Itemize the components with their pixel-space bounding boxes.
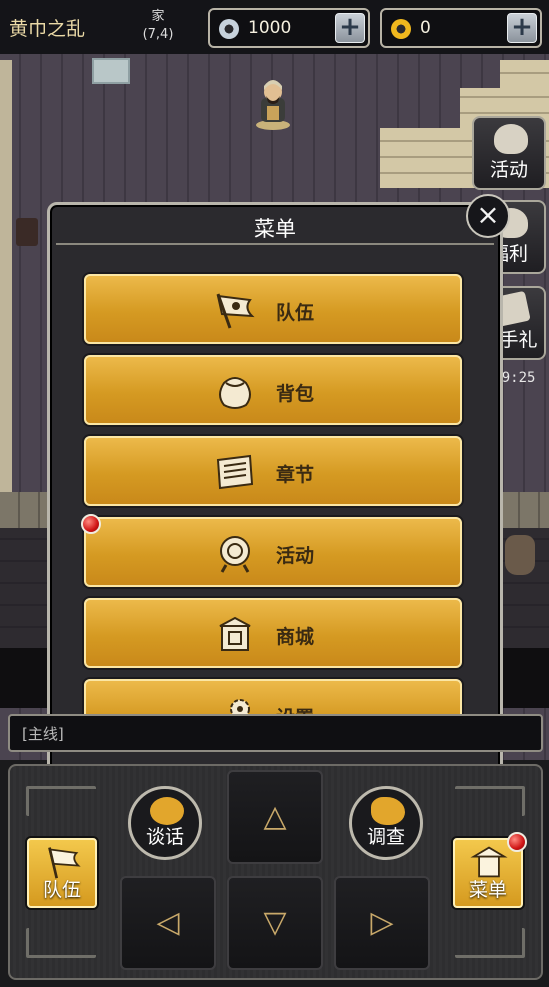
activity-side-button[interactable]: 活动 — [472, 116, 546, 190]
dpad-down-button[interactable]: ▽ — [227, 876, 323, 970]
bag-icon — [219, 377, 251, 409]
location-name: 家 — [151, 9, 165, 24]
title-divider — [56, 243, 494, 245]
team-flag-icon — [216, 293, 255, 329]
location-info: 家 (7,4) — [128, 8, 188, 44]
scroll-icon — [216, 454, 254, 490]
panel-ornament — [26, 786, 96, 816]
menu-item-chapter[interactable]: 章节 — [84, 436, 462, 506]
menu-item-label: 背包 — [276, 383, 315, 405]
quest-bar[interactable]: [主线] — [8, 714, 543, 752]
close-button[interactable]: × — [466, 194, 510, 238]
silver-coin-icon — [219, 19, 239, 39]
inspect-label: 调查 — [366, 826, 405, 848]
panel-ornament — [455, 928, 525, 958]
menu-item-shop[interactable]: 商城 — [84, 598, 462, 668]
menu-item-label: 章节 — [276, 464, 315, 486]
shop-icon — [219, 616, 251, 651]
add-silver-button[interactable]: + — [335, 13, 365, 43]
top-bar: 黄巾之乱 家 (7,4) 1000 + 0 + — [0, 0, 549, 54]
panel-ornament — [26, 928, 96, 958]
menu-item-activity[interactable]: 活动 — [84, 517, 462, 587]
gong-icon — [220, 536, 250, 573]
up-arrow-icon: △ — [263, 799, 287, 834]
chapter-title: 黄巾之乱 — [9, 18, 86, 40]
add-gold-button[interactable]: + — [507, 13, 537, 43]
dpad-left-button[interactable]: ◁ — [120, 876, 216, 970]
gold-value: 0 — [420, 18, 431, 38]
inspect-button[interactable]: 调查 — [349, 786, 423, 860]
dpad-right-button[interactable]: ▷ — [334, 876, 430, 970]
right-arrow-icon: ▷ — [370, 905, 394, 940]
menu-title: 菜单 — [254, 217, 296, 241]
talk-button[interactable]: 谈话 — [128, 786, 202, 860]
quest-label: [主线] — [22, 725, 64, 743]
location-coords: (7,4) — [142, 27, 174, 42]
gold-display: 0 + — [380, 8, 542, 48]
notification-dot — [507, 832, 527, 852]
team-shortcut-label: 队伍 — [42, 879, 81, 901]
panel-ornament — [455, 786, 525, 816]
dpad-up-button[interactable]: △ — [227, 770, 323, 864]
menu-item-team[interactable]: 队伍 — [84, 274, 462, 344]
speech-bubble-icon — [150, 797, 184, 825]
window — [92, 58, 130, 84]
wall — [0, 60, 12, 500]
stool — [16, 218, 38, 246]
clay-pot — [505, 535, 535, 575]
menu-item-label: 队伍 — [276, 302, 315, 324]
talk-label: 谈话 — [145, 826, 184, 848]
team-shortcut-button[interactable]: 队伍 — [27, 838, 97, 908]
hand-icon — [371, 797, 405, 825]
silver-display: 1000 + — [208, 8, 370, 48]
player-character[interactable] — [252, 76, 294, 130]
menu-shortcut-label: 菜单 — [468, 879, 507, 901]
left-arrow-icon: ◁ — [156, 905, 180, 940]
menu-item-label: 活动 — [276, 545, 315, 567]
close-icon: × — [476, 198, 500, 231]
sage-icon — [494, 124, 528, 154]
down-arrow-icon: ▽ — [263, 905, 287, 940]
menu-item-bag[interactable]: 背包 — [84, 355, 462, 425]
activity-side-label: 活动 — [489, 159, 528, 181]
silver-value: 1000 — [248, 18, 292, 38]
menu-item-label: 商城 — [276, 626, 315, 648]
notification-dot — [81, 514, 101, 534]
gold-coin-icon — [391, 19, 411, 39]
